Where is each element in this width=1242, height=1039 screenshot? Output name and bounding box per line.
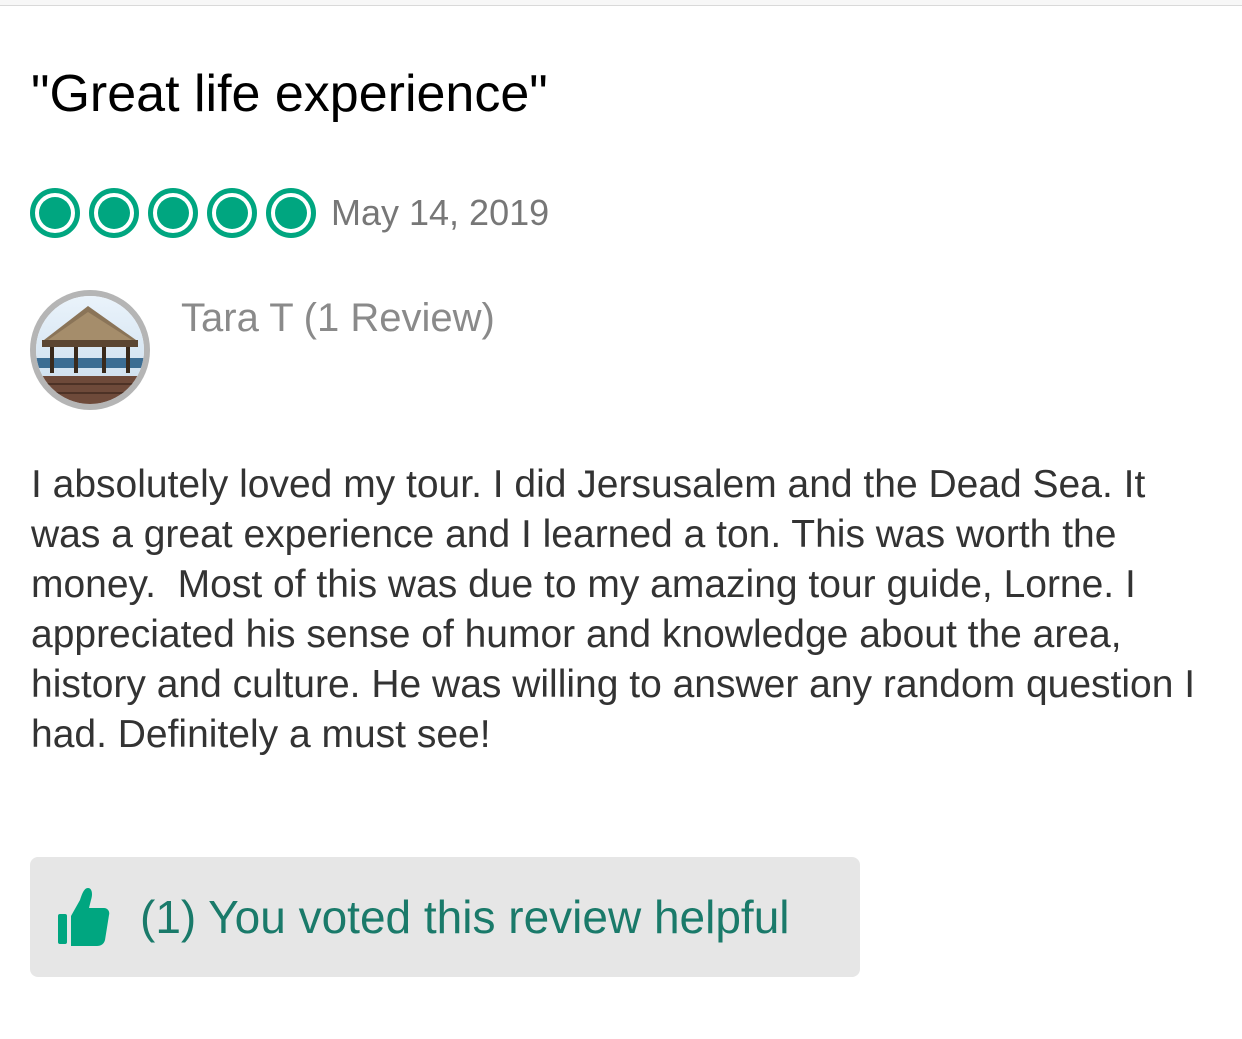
bubble-rating: [30, 188, 325, 238]
rating-row: May 14, 2019: [30, 182, 549, 244]
review-date: May 14, 2019: [331, 192, 550, 233]
thumbs-up-icon: [58, 886, 110, 948]
rating-bubble-icon: [207, 188, 257, 238]
rating-bubble-icon: [148, 188, 198, 238]
reviewer-info[interactable]: Tara T (1 Review): [181, 294, 495, 342]
helpful-vote-label: (1) You voted this review helpful: [140, 891, 790, 943]
review-title: "Great life experience": [31, 65, 548, 123]
review-card: "Great life experience" May 14, 2019 Tar…: [0, 6, 1242, 1039]
avatar-photo: [36, 296, 144, 404]
rating-bubble-icon: [89, 188, 139, 238]
reviewer-name[interactable]: Tara T: [181, 296, 294, 340]
avatar[interactable]: [30, 290, 150, 410]
reviewer-review-count: (1 Review): [303, 296, 495, 340]
rating-bubble-icon: [30, 188, 80, 238]
rating-bubble-icon: [266, 188, 316, 238]
helpful-vote-button[interactable]: (1) You voted this review helpful: [30, 857, 860, 977]
review-body: I absolutely loved my tour. I did Jersus…: [31, 463, 1206, 756]
